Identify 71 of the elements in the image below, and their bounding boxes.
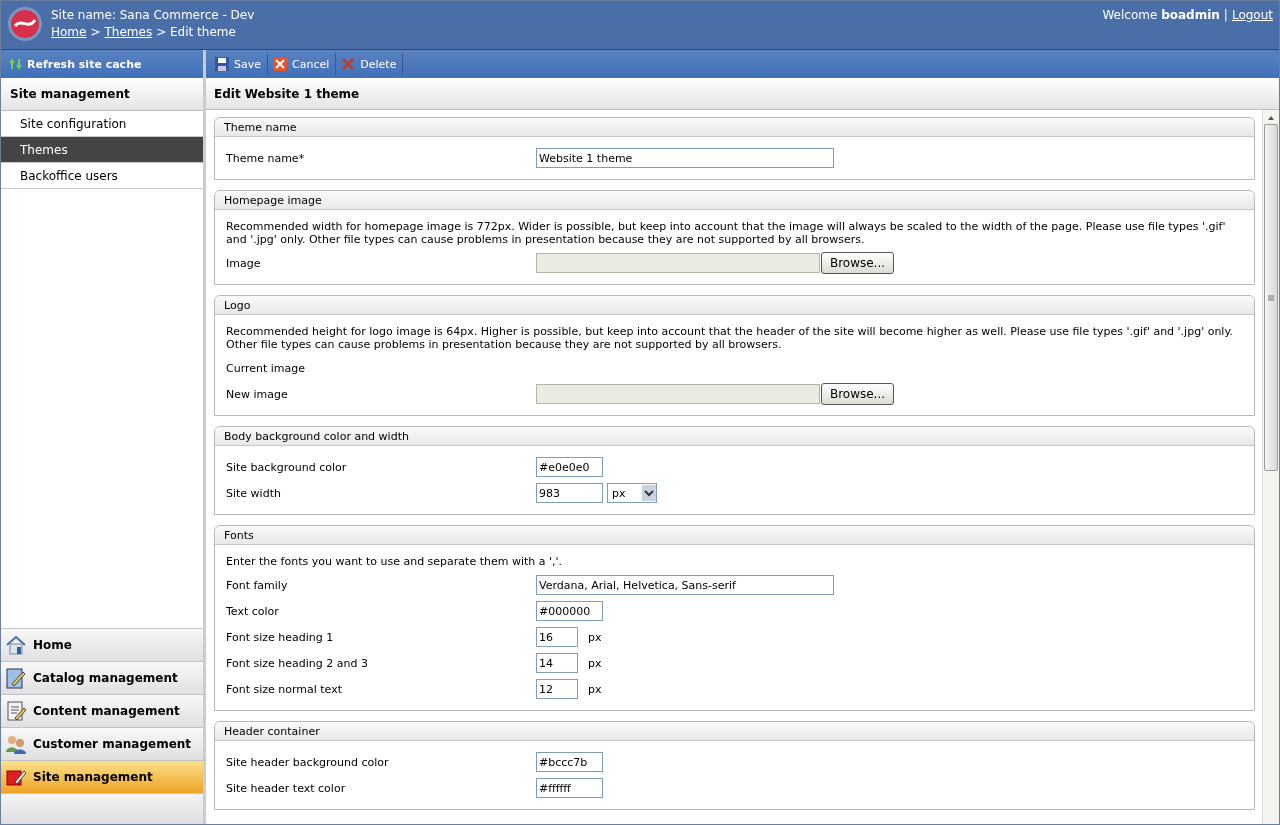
text-field[interactable]: #000000 — [536, 601, 603, 621]
cross-icon — [340, 56, 357, 72]
module-tab[interactable]: Home — [1, 628, 203, 661]
section-title: Body background color and width — [215, 427, 1254, 446]
field-label: Current image — [226, 361, 307, 375]
separator: | — [1223, 8, 1228, 22]
welcome-text: Welcome boadmin — [1102, 8, 1220, 22]
breadcrumb-text: > Edit theme — [156, 25, 236, 39]
section-description: Recommended height for logo image is 64px. Higher is possible, but keep into account that the header of the site will become higher as well. Please use file types '.gif' and '.jpg' only. Other file types can cause problems in presentation because they are not supported by all browsers. — [226, 325, 1234, 351]
notebook-pencil-icon — [5, 667, 27, 689]
file-path-field[interactable] — [536, 253, 820, 273]
text-field[interactable]: 16 — [536, 627, 578, 647]
toolbar-button[interactable]: Save — [210, 53, 268, 75]
text-field[interactable]: Verdana, Arial, Helvetica, Sans-serif — [536, 575, 834, 595]
close-icon — [272, 56, 288, 72]
field-label: Font size heading 1 — [226, 630, 335, 644]
section-title: Header container — [215, 722, 1254, 741]
toolbar-button[interactable]: Delete — [336, 53, 404, 75]
site-name: Site name: Sana Commerce - Dev — [51, 8, 255, 22]
unit-dropdown[interactable]: px — [607, 483, 657, 503]
text-field[interactable]: 983 — [536, 483, 603, 503]
module-tab[interactable]: Customer management — [1, 727, 203, 760]
field-label: Site header text color — [226, 781, 347, 795]
breadcrumb-text: > — [90, 25, 101, 39]
field-label: Text color — [226, 604, 280, 618]
field-label: Image — [226, 256, 262, 270]
field-label: Theme name* — [226, 151, 306, 165]
users-icon — [5, 733, 27, 755]
browse-button[interactable]: Browse... — [821, 383, 894, 405]
field-label: Site width — [226, 486, 282, 500]
field-label: Site background color — [226, 460, 348, 474]
scroll-thumb[interactable] — [1264, 124, 1278, 471]
text-field[interactable]: 14 — [536, 653, 578, 673]
chevron-down-icon — [642, 485, 656, 501]
browse-button[interactable]: Browse... — [821, 252, 894, 274]
module-tab[interactable]: Content management — [1, 694, 203, 727]
unit-label: px — [588, 682, 602, 696]
text-field[interactable]: #e0e0e0 — [536, 457, 603, 477]
breadcrumb-link[interactable]: Home — [51, 25, 87, 39]
grip-icon — [1268, 294, 1274, 301]
file-path-field[interactable] — [536, 384, 820, 404]
module-tab[interactable]: Catalog management — [1, 661, 203, 694]
section-description: Recommended width for homepage image is 772px. Wider is possible, but keep into account that the image will always be scaled to the width of the page. Please use file types '.gif' and '.jpg' only. Other file types can cause problems in presentation because they are not supported by all browsers. — [226, 220, 1227, 246]
toolbar-button[interactable]: Cancel — [268, 53, 337, 75]
module-tab[interactable]: Site management — [1, 760, 203, 793]
section-title: Theme name — [215, 118, 1254, 137]
document-pencil-icon — [5, 700, 27, 722]
scroll-up-icon — [1267, 114, 1275, 122]
text-field[interactable]: #bccc7b — [536, 752, 603, 772]
field-label: New image — [226, 387, 289, 401]
refresh-arrows-icon — [9, 58, 23, 70]
unit-label: px — [588, 630, 602, 644]
house-icon — [5, 634, 27, 656]
text-field[interactable]: #ffffff — [536, 778, 603, 798]
unit-label: px — [588, 656, 602, 670]
field-label: Site header background color — [226, 755, 390, 769]
scrollbar[interactable] — [1262, 110, 1279, 824]
field-label: Font family — [226, 578, 289, 592]
section-title: Homepage image — [215, 191, 1254, 210]
refresh-button[interactable]: Refresh site cache — [9, 57, 142, 71]
logout-link[interactable]: Logout — [1231, 8, 1273, 22]
breadcrumb-link[interactable]: Themes — [104, 25, 153, 39]
text-field[interactable]: Website 1 theme — [536, 148, 834, 168]
section-title: Logo — [215, 296, 1254, 315]
section-description: Enter the fonts you want to use and separate them with a ','. — [226, 555, 564, 568]
text-field[interactable]: 12 — [536, 679, 578, 699]
field-label: Font size heading 2 and 3 — [226, 656, 369, 670]
field-label: Font size normal text — [226, 682, 344, 696]
sidebar-item[interactable]: Themes — [1, 137, 203, 163]
section-title: Fonts — [215, 526, 1254, 545]
logo-icon — [7, 6, 43, 42]
